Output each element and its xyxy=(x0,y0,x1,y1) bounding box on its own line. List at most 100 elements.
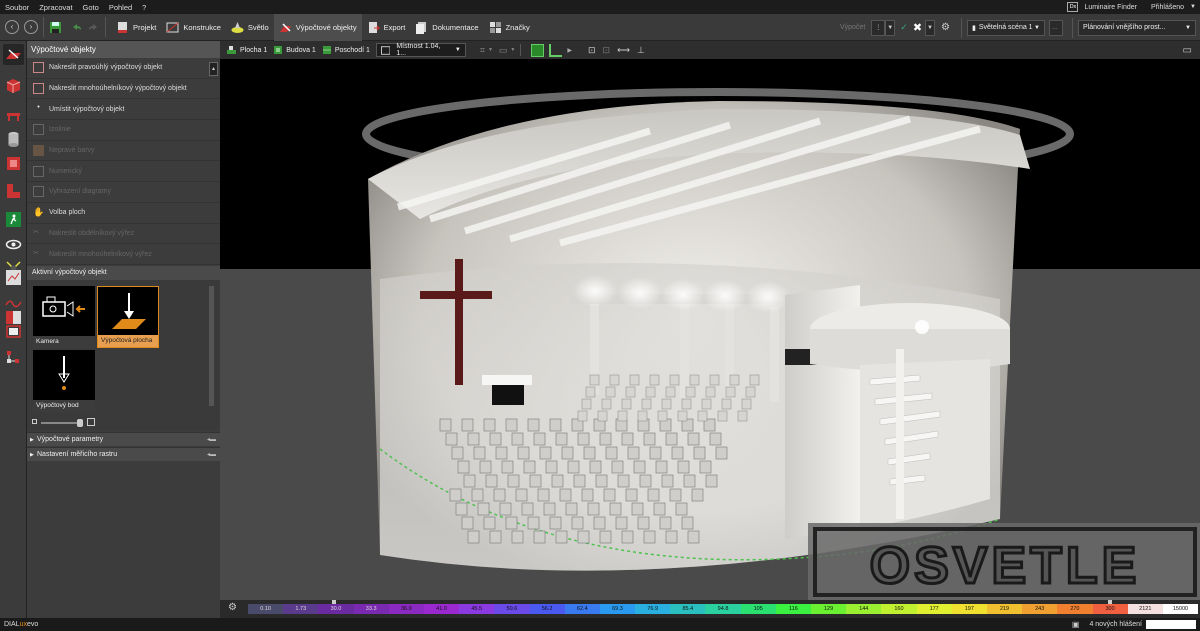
rail-walls-button[interactable] xyxy=(3,153,24,174)
site-icon xyxy=(227,46,236,54)
option-poly-cutout[interactable]: ✂ Nakreslit mnohoúhelníkový výřez xyxy=(27,244,220,265)
rail-cylinder-button[interactable] xyxy=(3,129,24,150)
legend-value: 69.3 xyxy=(599,604,636,614)
close-icon[interactable]: ✖ xyxy=(913,21,922,34)
gear-icon[interactable]: ⚙ xyxy=(941,22,950,33)
pin-icon[interactable]: ◂▬ xyxy=(207,448,216,462)
tile-kamera[interactable]: Kamera xyxy=(33,286,95,348)
chair xyxy=(581,398,592,410)
rail-chart-button[interactable] xyxy=(3,267,24,288)
scale-marker-right[interactable] xyxy=(1108,600,1112,604)
rail-nodes-button[interactable] xyxy=(3,347,24,368)
scene-select[interactable]: ▮ Světelná scéna 1 ▼ xyxy=(967,19,1045,36)
menu-goto[interactable]: Goto xyxy=(78,3,104,12)
slider-handle[interactable] xyxy=(77,419,83,427)
numeric-icon xyxy=(33,165,44,177)
tab-znacky[interactable]: Značky xyxy=(484,14,535,41)
chair xyxy=(705,386,716,398)
option-place-object[interactable]: • Umístit výpočtový objekt xyxy=(27,99,220,121)
option-select-surfaces[interactable]: ✋ Volba ploch xyxy=(27,203,220,224)
tab-konstrukce[interactable]: Konstrukce xyxy=(161,14,226,41)
watermark-text: OSVETLE xyxy=(870,537,1141,595)
option-rect-cutout[interactable]: ✂ Nakreslit obdélníkový výřez xyxy=(27,224,220,245)
accordion-nastaveni-rastru[interactable]: ▶ Nastavení měřicího rastru ◂▬ xyxy=(27,447,220,461)
chevron-down-icon[interactable]: ▼ xyxy=(1190,4,1196,10)
check-icon[interactable]: ✓ xyxy=(900,22,908,33)
messages-count[interactable]: 4 nových hlášení xyxy=(1089,621,1142,628)
scene-more-button[interactable]: ... xyxy=(1049,19,1063,36)
false-colors-icon xyxy=(33,145,44,157)
chair xyxy=(489,530,502,544)
snap-green-icon[interactable] xyxy=(531,43,545,57)
room-select[interactable]: Místnost 1.04, 1... ▼ xyxy=(375,43,466,57)
options-scroll-button[interactable]: ▴ xyxy=(209,62,218,76)
accordion-vypoctove-parametry[interactable]: ▶ Výpočtové parametry ◂▬ xyxy=(27,432,220,446)
tab-dokumentace[interactable]: Dokumentace xyxy=(410,14,483,41)
back-button[interactable]: ‹ xyxy=(5,20,19,34)
tab-projekt[interactable]: Projekt xyxy=(111,14,161,41)
tab-svetlo[interactable]: Světlo xyxy=(226,14,274,41)
rail-calc-surface-button[interactable] xyxy=(3,44,24,65)
option-diagrams[interactable]: Vyhrazení diagramy xyxy=(27,182,220,203)
tool-dropdown-icon[interactable]: ▼ xyxy=(488,47,493,53)
zoom-extent-icon[interactable]: ⊡ xyxy=(588,45,596,56)
chair xyxy=(627,446,640,460)
option-poly-object[interactable]: Nakreslit mnohoúhelníkový výpočtový obje… xyxy=(27,79,220,100)
option-false-colors[interactable]: Nepravé barvy xyxy=(27,141,220,162)
option-label: Nakreslit mnohoúhelníkový výřez xyxy=(49,250,152,258)
calc-stack-button[interactable]: ⋮ xyxy=(871,19,886,36)
play-icon[interactable]: ▶ xyxy=(567,47,572,54)
menu-soubor[interactable]: Soubor xyxy=(0,3,34,12)
forward-button[interactable]: › xyxy=(24,20,38,34)
zoom-select-icon[interactable]: ⊡ xyxy=(603,45,611,56)
tool-dropdown-icon[interactable]: ▼ xyxy=(510,47,515,53)
rail-emergency-button[interactable] xyxy=(3,209,24,230)
dimension-icon[interactable]: ⊥ xyxy=(637,45,645,56)
menu-help[interactable]: ? xyxy=(137,3,151,12)
tile-vypoctova-plocha[interactable]: Výpočtová plocha xyxy=(97,286,159,348)
chair xyxy=(625,488,638,502)
chair xyxy=(661,474,674,488)
legend-value: 219 xyxy=(986,604,1023,614)
cancel-dropdown-arrow[interactable]: ▼ xyxy=(925,19,936,36)
messages-bar[interactable] xyxy=(1146,620,1196,629)
option-rect-object[interactable]: Nakreslit pravoúhlý výpočtový objekt xyxy=(27,58,220,79)
breadcrumb-budova[interactable]: Budova 1 xyxy=(273,45,316,55)
redo-icon[interactable] xyxy=(87,21,100,34)
tiles-scrollbar[interactable] xyxy=(209,286,214,406)
tile-size-slider[interactable] xyxy=(27,416,220,430)
breadcrumb-plocha[interactable]: Plocha 1 xyxy=(226,45,267,55)
calc-dropdown-arrow[interactable]: ▼ xyxy=(885,19,896,36)
breadcrumb-poschodi[interactable]: Poschodí 1 xyxy=(322,45,370,55)
rect-tool-icon[interactable]: ▭ xyxy=(499,45,508,56)
save-icon[interactable] xyxy=(49,21,62,34)
pin-icon[interactable]: ◂▬ xyxy=(207,433,216,447)
undo-icon[interactable] xyxy=(70,21,83,34)
option-numeric[interactable]: Numerický xyxy=(27,161,220,183)
option-izolinie[interactable]: Izolinie xyxy=(27,120,220,141)
planning-select[interactable]: Plánování vnějšího prost... ▼ xyxy=(1078,19,1196,36)
rail-rect-button[interactable] xyxy=(3,321,24,342)
measure-icon[interactable]: ⟷ xyxy=(617,45,630,56)
menu-pohled[interactable]: Pohled xyxy=(104,3,137,12)
snap-corner-icon[interactable] xyxy=(549,43,563,57)
3d-viewport[interactable]: OSVETLE xyxy=(220,59,1200,600)
rail-eye-button[interactable] xyxy=(3,234,24,255)
building-icon xyxy=(274,46,283,54)
tab-vypoctove-objekty[interactable]: Výpočtové objekty xyxy=(273,13,362,41)
gear-icon[interactable]: ⚙ xyxy=(228,602,237,613)
tile-vypoctovy-bod[interactable]: Výpočtový bod xyxy=(33,350,95,412)
rail-room-button[interactable] xyxy=(3,75,24,96)
logo-lux: ux xyxy=(19,621,27,628)
tab-export[interactable]: Export xyxy=(362,14,411,41)
rail-table-button[interactable] xyxy=(3,105,24,126)
grid-tool-icon[interactable]: ⌗ xyxy=(480,45,485,56)
luminaire-finder-link[interactable]: Luminaire Finder xyxy=(1084,4,1137,11)
stair-tower xyxy=(785,285,1010,539)
monitor-icon[interactable]: ▭ xyxy=(1183,45,1192,56)
menu-zpracovat[interactable]: Zpracovat xyxy=(34,3,77,12)
login-link[interactable]: Přihlášeno xyxy=(1151,4,1184,11)
rail-l-shape-button[interactable] xyxy=(3,181,24,202)
scale-marker-left[interactable] xyxy=(332,600,336,604)
church-scene-render[interactable]: OSVETLE xyxy=(220,59,1200,600)
